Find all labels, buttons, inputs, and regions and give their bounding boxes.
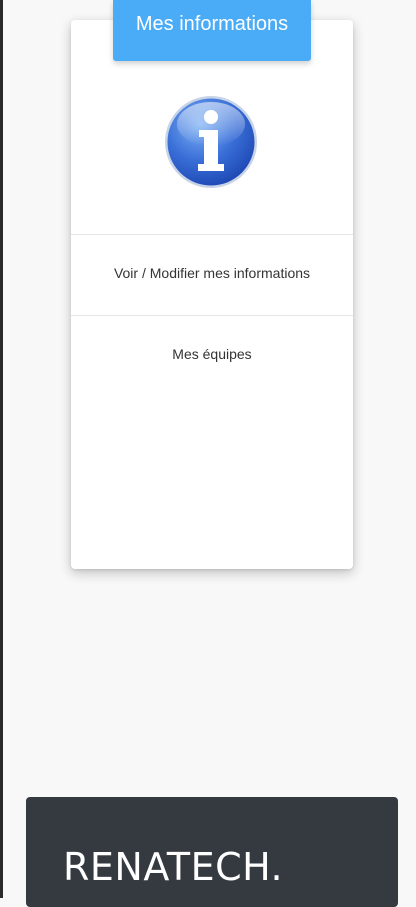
footer: RENATECH. [26, 797, 398, 907]
card-header-title: Mes informations [113, 0, 311, 61]
card-divider [71, 315, 353, 316]
info-card: Voir / Modifier mes informations Mes équ… [71, 20, 353, 569]
info-icon [165, 96, 257, 188]
card-divider [71, 234, 353, 235]
link-view-edit-info[interactable]: Voir / Modifier mes informations [71, 265, 353, 281]
footer-brand-logo[interactable]: RENATECH. [63, 843, 283, 891]
page-background: Voir / Modifier mes informations Mes équ… [0, 0, 416, 907]
link-my-teams[interactable]: Mes équipes [71, 346, 353, 362]
